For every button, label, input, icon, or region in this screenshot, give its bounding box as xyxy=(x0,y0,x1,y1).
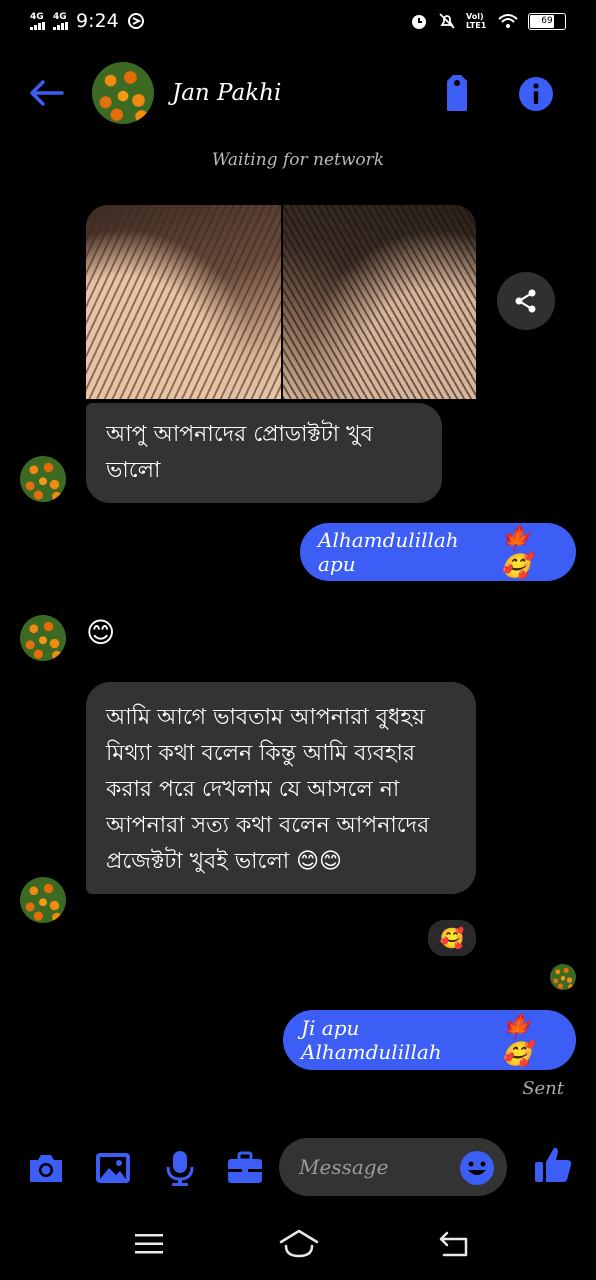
sync-icon xyxy=(127,13,144,29)
message-text: Alhamdulillah apu xyxy=(318,528,459,576)
mute-icon xyxy=(439,13,455,29)
emoji-icon[interactable] xyxy=(459,1150,495,1186)
seen-avatar xyxy=(550,964,576,990)
network-status: Waiting for network xyxy=(211,150,385,170)
message-placeholder: Message xyxy=(299,1155,389,1179)
hair-photo-1[interactable] xyxy=(86,205,281,399)
message-text: Ji apu Alhamdulillah xyxy=(301,1016,442,1064)
back-nav-icon[interactable] xyxy=(438,1230,470,1258)
tag-icon[interactable] xyxy=(441,73,473,113)
sent-status: Sent xyxy=(522,1078,564,1099)
share-icon xyxy=(515,289,536,313)
alarm-icon xyxy=(412,15,426,29)
volte-indicator: Vol) LTE1 xyxy=(466,12,487,30)
incoming-message[interactable]: আপু আপনাদের প্রোডাক্টটা খুব ভালো xyxy=(86,403,442,503)
briefcase-icon[interactable] xyxy=(225,1148,265,1188)
thumbs-up-icon[interactable] xyxy=(532,1144,574,1186)
microphone-icon[interactable] xyxy=(160,1148,200,1188)
sender-avatar[interactable] xyxy=(20,456,66,502)
message-emoji: 🍁🥰 xyxy=(501,1012,532,1068)
contact-avatar[interactable] xyxy=(92,62,154,124)
sender-avatar[interactable] xyxy=(20,615,66,661)
status-bar: 4G 4G 9:24 Vol) LTE1 69 xyxy=(0,0,596,46)
message-reaction[interactable]: 🥰 xyxy=(426,918,478,958)
hair-photo-2[interactable] xyxy=(283,205,476,399)
outgoing-message[interactable]: Alhamdulillah apu 🍁🥰 xyxy=(300,523,576,581)
gallery-icon[interactable] xyxy=(93,1148,133,1188)
menu-icon[interactable] xyxy=(134,1232,164,1256)
signal-icon-1: 4G xyxy=(30,12,45,30)
sender-avatar[interactable] xyxy=(20,877,66,923)
info-icon[interactable] xyxy=(518,76,554,112)
outgoing-message[interactable]: Ji apu Alhamdulillah 🍁🥰 xyxy=(283,1010,576,1070)
incoming-message[interactable]: আমি আগে ভাবতাম আপনারা বুধহয় মিথ্যা কথা … xyxy=(86,682,476,894)
wifi-icon xyxy=(498,14,518,28)
home-icon[interactable] xyxy=(278,1228,320,1260)
emoji-message[interactable]: 😊 xyxy=(86,616,115,649)
share-button[interactable] xyxy=(497,272,555,330)
message-emoji: 🍁🥰 xyxy=(500,524,531,580)
battery-icon: 69 xyxy=(528,12,566,30)
clock: 9:24 xyxy=(76,10,119,32)
back-arrow-icon[interactable] xyxy=(28,78,64,108)
camera-icon[interactable] xyxy=(26,1148,66,1188)
signal-icon-2: 4G xyxy=(53,12,68,30)
contact-name[interactable]: Jan Pakhi xyxy=(172,80,281,106)
